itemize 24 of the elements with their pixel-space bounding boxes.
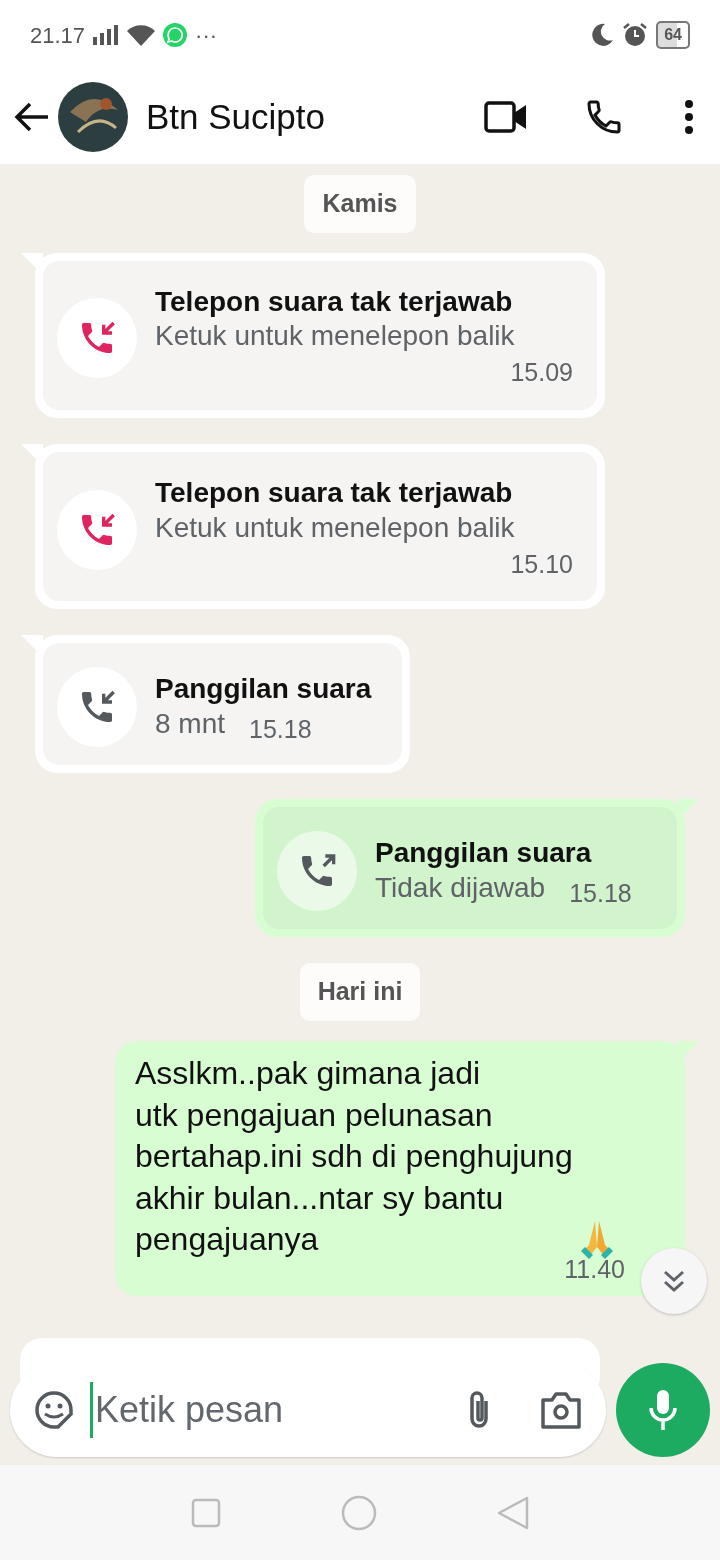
- call-status: Ketuk untuk menelepon balik: [155, 510, 516, 545]
- message-bubble[interactable]: Telepon suara tak terjawab Ketuk untuk menelepon balik 15.10: [35, 444, 605, 610]
- message-time: 15.10: [509, 548, 573, 580]
- date-label: Kamis: [304, 175, 416, 233]
- message-input[interactable]: Ketik pesan: [90, 1382, 448, 1438]
- message-bubble[interactable]: Telepon suara tak terjawab Ketuk untuk menelepon balik 15.09: [35, 252, 605, 418]
- message-bubble[interactable]: Panggilan suara Tidak dijawab 15.18: [255, 799, 685, 938]
- call-status: Ketuk untuk menelepon balik: [155, 319, 516, 354]
- call-status: 8 mnt: [155, 707, 226, 742]
- call-title: Panggilan suara: [375, 836, 593, 871]
- message-time: 15.09: [509, 357, 573, 389]
- call-title: Telepon suara tak terjawab: [155, 284, 514, 319]
- message-time: 15.18: [569, 877, 632, 909]
- message-field[interactable]: Ketik pesan: [10, 1363, 606, 1457]
- call-title: Telepon suara tak terjawab: [155, 476, 514, 510]
- more-notifications-icon: ···: [195, 18, 218, 52]
- call-title: Panggilan suara: [155, 672, 373, 707]
- clock-time: 21.17: [30, 21, 86, 50]
- battery-indicator: 64: [656, 21, 690, 49]
- date-label: Hari ini: [299, 963, 421, 1021]
- message-bubble[interactable]: Panggilan suara 8 mnt 15.18: [35, 635, 410, 774]
- call-status: Tidak dijawab: [375, 871, 546, 906]
- contact-name[interactable]: Btn Sucipto: [146, 90, 484, 144]
- message-time: 15.18: [249, 713, 312, 745]
